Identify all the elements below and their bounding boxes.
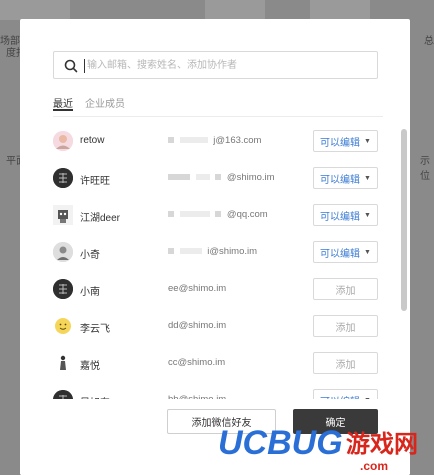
member-email: j@163.com (168, 135, 261, 146)
watermark-logo: UCBUG 游戏网 .com (218, 424, 418, 473)
user-photo-icon (53, 242, 73, 262)
permission-dropdown[interactable]: 可以编辑▼ (313, 167, 378, 189)
watermark-domain: .com (360, 459, 388, 473)
permission-label: 可以编辑 (320, 174, 361, 186)
user-photo-icon (53, 131, 73, 151)
list-item: 小南 ee@shimo.im 添加 (20, 271, 400, 308)
member-name: 李云飞 (80, 324, 110, 335)
user-photo-icon (53, 168, 73, 188)
member-email: i@shimo.im (168, 246, 257, 257)
avatar (53, 316, 73, 336)
list-item: 许旺旺 @shimo.im 可以编辑 ▼ (20, 160, 400, 197)
member-name: 江湖deer (80, 213, 121, 224)
member-email: dd@shimo.im (168, 320, 227, 331)
search-input[interactable] (87, 56, 367, 74)
watermark-brand: UCBUG (218, 424, 343, 462)
smiley-avatar-icon (55, 318, 71, 334)
member-email-text: j@163.com (213, 135, 262, 146)
search-box[interactable] (53, 51, 378, 79)
member-email: cc@shimo.im (168, 357, 226, 368)
redaction (168, 174, 190, 181)
permission-dropdown[interactable]: 可以编辑▼ (313, 130, 378, 152)
robot-avatar-icon (53, 205, 73, 225)
text-cursor (84, 59, 85, 73)
watermark-cn: 游戏网 (346, 430, 418, 458)
member-email-text: i@shimo.im (207, 246, 258, 257)
list-item: 小奇 i@shimo.im 可以编辑 ▼ (20, 234, 400, 271)
permission-dropdown[interactable]: 可以编辑▼ (313, 204, 378, 226)
permission-dropdown[interactable]: 可以编辑▼ (313, 241, 378, 263)
redaction (215, 211, 222, 218)
redaction (179, 211, 210, 218)
member-name: 小南 (80, 287, 100, 298)
avatar (53, 242, 73, 262)
redaction (215, 174, 222, 181)
chevron-down-icon: ▼ (364, 211, 371, 219)
avatar (53, 205, 73, 225)
avatar (53, 279, 73, 299)
member-name: retow (80, 135, 105, 146)
redaction (168, 137, 174, 144)
permission-label: 可以编辑 (320, 248, 361, 260)
member-email-text: @qq.com (226, 209, 268, 220)
background-card (205, 0, 265, 20)
member-email-text: @shimo.im (226, 172, 275, 183)
member-name: 许旺旺 (80, 176, 110, 187)
member-email: @shimo.im (168, 172, 275, 183)
permission-label: 可以编辑 (320, 211, 361, 223)
permission-label: 可以编辑 (320, 137, 361, 149)
redaction (168, 248, 174, 255)
tab-recent[interactable]: 最近 (53, 95, 73, 111)
list-item: retow j@163.com 可以编辑 ▼ (20, 123, 400, 160)
add-member-button[interactable]: 添加 (313, 315, 378, 337)
add-member-button[interactable]: 添加 (313, 352, 378, 374)
active-tab-indicator (53, 109, 73, 111)
background-card (310, 0, 370, 20)
collaborator-dialog: 最近 企业成员 retow j@163.com 可以编辑 (20, 19, 410, 475)
redaction (168, 211, 174, 218)
tab-label: 企业成员 (85, 99, 125, 110)
member-email: @qq.com (168, 209, 268, 220)
list-item: 江湖deer @qq.com 可以编辑 ▼ (20, 197, 400, 234)
figure-avatar-icon (60, 355, 66, 370)
add-label: 添加 (335, 322, 356, 334)
scrollbar[interactable] (401, 129, 407, 311)
user-photo-icon (53, 279, 73, 299)
tab-enterprise-members[interactable]: 企业成员 (85, 95, 125, 110)
chevron-down-icon: ▼ (364, 137, 371, 145)
member-email: ee@shimo.im (168, 283, 227, 294)
redaction (179, 137, 208, 144)
add-label: 添加 (335, 285, 356, 297)
member-list: retow j@163.com 可以编辑 ▼ 许旺旺 @shimo.im 可以编… (20, 123, 400, 405)
background-card (0, 0, 70, 20)
chevron-down-icon: ▼ (364, 174, 371, 182)
member-name: 嘉悦 (80, 361, 100, 372)
avatar (53, 168, 73, 188)
add-member-button[interactable]: 添加 (313, 278, 378, 300)
add-label: 添加 (335, 359, 356, 371)
list-item: 嘉悦 cc@shimo.im 添加 (20, 345, 400, 382)
member-name: 小奇 (80, 250, 100, 261)
avatar (53, 353, 73, 373)
list-item: 李云飞 dd@shimo.im 添加 (20, 308, 400, 345)
chevron-down-icon: ▼ (364, 248, 371, 256)
redaction (179, 248, 202, 255)
avatar (53, 131, 73, 151)
redaction (195, 174, 210, 181)
search-icon (64, 59, 78, 73)
tab-bar: 最近 企业成员 (53, 95, 383, 117)
background-text: 示位 (420, 156, 430, 182)
background-text: 总 (424, 36, 434, 47)
